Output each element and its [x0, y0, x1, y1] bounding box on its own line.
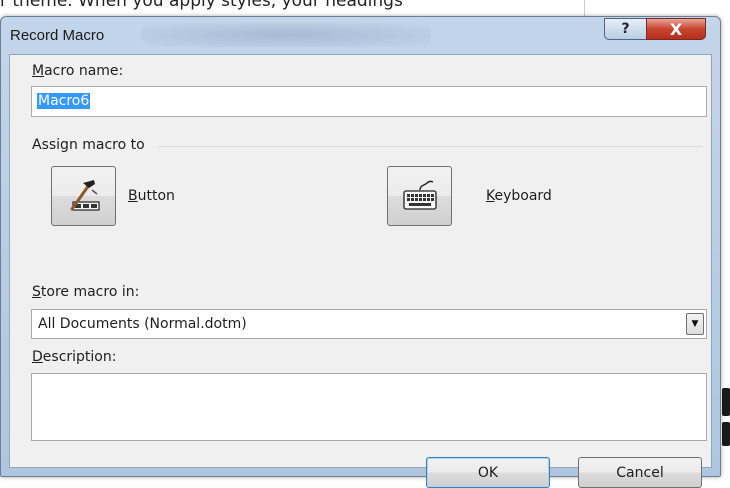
assign-button-label: Button — [128, 188, 175, 204]
store-macro-value: All Documents (Normal.dotm) — [38, 316, 247, 332]
macro-name-value: Macro6 — [37, 93, 91, 109]
background-edge-mark — [722, 388, 730, 416]
store-macro-dropdown[interactable]: All Documents (Normal.dotm) ▼ — [31, 309, 707, 339]
keyboard-icon — [402, 180, 437, 210]
background-edge-mark — [722, 422, 730, 446]
macro-name-label: Macro name: — [32, 63, 124, 79]
title-bar[interactable]: Record Macro ? X — [1, 17, 720, 54]
ok-button[interactable]: OK — [426, 457, 550, 488]
close-icon: X — [669, 19, 683, 39]
store-macro-label: Store macro in: — [32, 284, 140, 300]
chevron-down-icon: ▼ — [691, 319, 699, 329]
group-divider — [158, 146, 703, 147]
dropdown-arrow-button[interactable]: ▼ — [686, 313, 704, 335]
cancel-button[interactable]: Cancel — [578, 457, 702, 488]
macro-name-input[interactable]: Macro6 — [31, 86, 707, 117]
dialog-client-area: Macro name: Macro6 Assign macro to Butto… — [9, 54, 712, 488]
record-macro-dialog: Record Macro ? X Macro name: Macro6 Assi… — [0, 16, 721, 488]
assign-button-option[interactable] — [51, 166, 116, 226]
dialog-title: Record Macro — [10, 27, 105, 44]
background-document-text: r theme. When you apply styles, your hea… — [0, 0, 403, 11]
title-bar-glass — [141, 23, 431, 47]
help-icon: ? — [621, 21, 630, 37]
assign-keyboard-label: Keyboard — [486, 188, 552, 204]
close-button[interactable]: X — [646, 18, 706, 40]
description-textarea[interactable] — [31, 373, 707, 441]
description-label: Description: — [32, 349, 117, 365]
assign-macro-group-label: Assign macro to — [32, 137, 145, 153]
help-button[interactable]: ? — [604, 18, 647, 40]
hammer-toolbar-icon — [70, 180, 100, 211]
assign-keyboard-option[interactable] — [387, 166, 452, 226]
